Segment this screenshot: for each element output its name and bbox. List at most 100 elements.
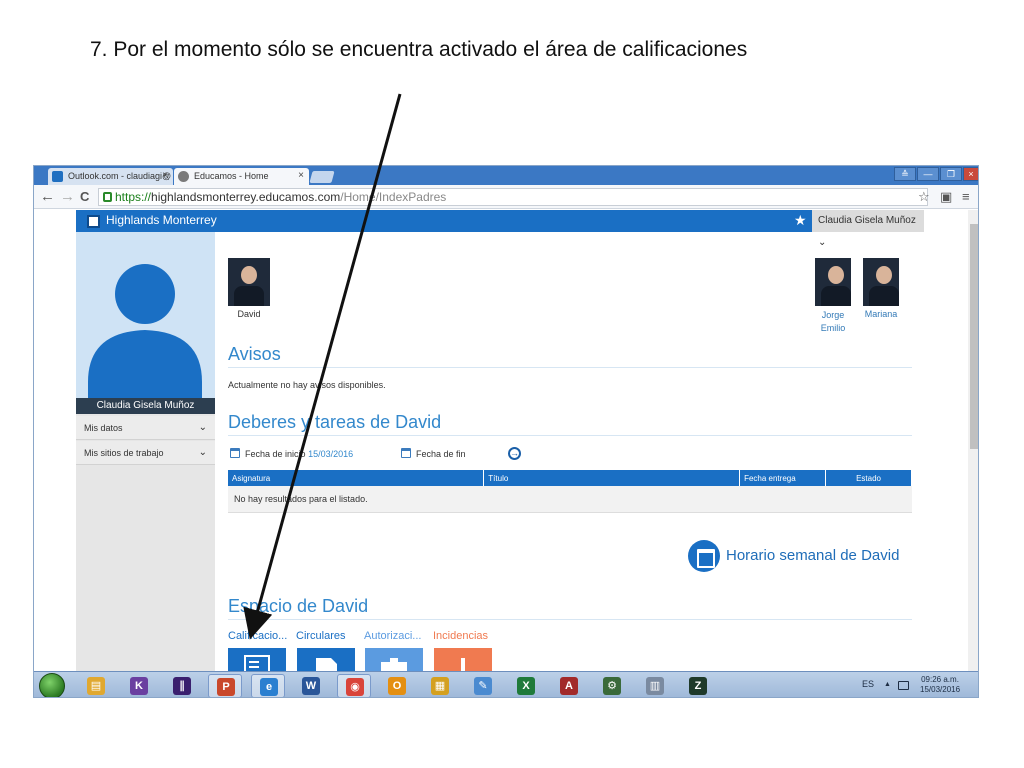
url-path: /Home/IndexPadres — [340, 190, 447, 204]
empty-message: No hay resultados para el listado. — [228, 486, 912, 513]
tab-label: Outlook.com - claudiagi@ — [68, 171, 172, 181]
sidebar-item-mis-datos[interactable]: Mis datos ⌄ — [76, 416, 215, 440]
app-tools-icon: ⚙ — [603, 677, 621, 695]
outlook-icon — [52, 171, 63, 182]
extension-icon[interactable]: ▣ — [940, 189, 952, 205]
menu-icon[interactable]: ≡ — [962, 189, 970, 204]
app-grid-icon: ▦ — [431, 677, 449, 695]
app-kc-icon: K — [130, 677, 148, 695]
excel-icon: X — [517, 677, 535, 695]
star-icon[interactable]: ★ — [794, 212, 807, 229]
avatar — [88, 264, 202, 398]
taskbar-app-internet-explorer[interactable]: e — [251, 674, 285, 697]
user-menu[interactable]: Claudia Gisela Muñoz ⌄ — [812, 210, 924, 248]
homework-table: Asignatura Título Fecha entrega Estado N… — [228, 470, 912, 513]
sidebar-item-label: Mis datos — [84, 423, 123, 433]
taskbar-app-calculator[interactable]: ▥ — [638, 674, 672, 697]
network-icon[interactable] — [898, 681, 909, 690]
calculator-icon: ▥ — [646, 677, 664, 695]
column-header[interactable]: Título — [483, 470, 741, 486]
child-photo — [228, 258, 270, 306]
calendar-icon — [230, 448, 240, 458]
end-date-label: Fecha de fin — [416, 449, 466, 459]
taskbar-app-app-onenote-style[interactable]: ∥ — [165, 674, 199, 697]
sidebar-item-mis-sitios[interactable]: Mis sitios de trabajo ⌄ — [76, 441, 215, 465]
tile-label-incidencias[interactable]: Incidencias — [433, 630, 488, 642]
end-date-field[interactable]: Fecha de fin — [416, 449, 466, 459]
language-indicator[interactable]: ES — [862, 679, 874, 689]
slide-title: 7. Por el momento sólo se encuentra acti… — [90, 38, 748, 61]
url-host: highlandsmonterrey.educamos.com — [151, 190, 341, 204]
tile-label-autorizaciones[interactable]: Autorizaci... — [364, 630, 421, 642]
sidebar-item-label: Mis sitios de trabajo — [84, 448, 164, 458]
taskbar-app-app-grid[interactable]: ▦ — [423, 674, 457, 697]
tab-educamos[interactable]: Educamos - Home × — [174, 168, 309, 185]
main-content: David Jorge Emilio Mariana Avisos Actual… — [216, 232, 926, 675]
deberes-title: Deberes y tareas de David — [228, 412, 912, 436]
tile-label-calificaciones[interactable]: Calificacio... — [228, 630, 287, 642]
profile-name: Claudia Gisela Muñoz — [76, 398, 215, 414]
bookmark-star-icon[interactable]: ☆ — [918, 189, 930, 205]
column-header[interactable]: Fecha entrega — [739, 470, 827, 486]
table-row: No hay resultados para el listado. — [228, 486, 912, 513]
minimize-button[interactable]: — — [917, 167, 939, 181]
taskbar-app-excel[interactable]: X — [509, 674, 543, 697]
powerpoint-icon: P — [217, 678, 235, 696]
close-window-button[interactable]: × — [963, 167, 978, 181]
close-icon[interactable]: × — [298, 168, 304, 184]
address-bar: ← → C https://highlandsmonterrey.educamo… — [34, 185, 978, 209]
taskbar-app-file-explorer[interactable]: ▤ — [79, 674, 113, 697]
taskbar-app-app-kc[interactable]: K — [122, 674, 156, 697]
slide: 7. Por el momento sólo se encuentra acti… — [0, 0, 1024, 768]
chevron-down-icon: ⌄ — [198, 422, 207, 433]
scrollbar-thumb[interactable] — [970, 224, 978, 449]
chevron-down-icon: ⌄ — [198, 447, 207, 458]
maximize-button[interactable]: ❐ — [940, 167, 962, 181]
paint-icon: ✎ — [474, 677, 492, 695]
forward-icon[interactable]: → — [60, 188, 75, 205]
taskbar-app-word[interactable]: W — [294, 674, 328, 697]
close-icon[interactable]: × — [162, 168, 168, 184]
tab-label: Educamos - Home — [194, 171, 269, 181]
taskbar-app-outlook[interactable]: O — [380, 674, 414, 697]
chevron-up-icon[interactable]: ▲ — [884, 681, 891, 688]
child-jorge-emilio[interactable]: Jorge Emilio — [810, 258, 856, 335]
calendar-icon — [401, 448, 411, 458]
child-david[interactable]: David — [228, 258, 270, 319]
tile-label-circulares[interactable]: Circulares — [296, 630, 346, 642]
taskbar-app-powerpoint[interactable]: P — [208, 674, 242, 697]
reload-icon[interactable]: C — [80, 188, 89, 205]
child-name: David — [237, 309, 261, 319]
new-tab-button[interactable] — [309, 171, 335, 183]
outlook-icon: O — [388, 677, 406, 695]
clock[interactable]: 09:26 a.m. 15/03/2016 — [920, 675, 960, 695]
internet-explorer-icon: e — [260, 678, 278, 696]
column-header[interactable]: Estado — [825, 470, 912, 486]
url-field[interactable]: https://highlandsmonterrey.educamos.com/… — [98, 188, 928, 206]
espacio-title: Espacio de David — [228, 596, 912, 620]
start-date-field[interactable]: Fecha de inicio 15/03/2016 — [245, 449, 353, 459]
child-mariana[interactable]: Mariana — [858, 258, 904, 319]
taskbar-app-access[interactable]: A — [552, 674, 586, 697]
restore-icon[interactable]: ≙ — [894, 167, 916, 181]
child-name: Jorge Emilio — [820, 310, 846, 333]
start-button[interactable] — [39, 673, 65, 697]
column-header[interactable]: Asignatura — [228, 470, 485, 486]
taskbar-app-app-tools[interactable]: ⚙ — [595, 674, 629, 697]
calendar-icon — [688, 540, 720, 572]
tab-outlook[interactable]: Outlook.com - claudiagi@ × — [48, 168, 173, 185]
taskbar-app-app-z[interactable]: Z — [681, 674, 715, 697]
avisos-title: Avisos — [228, 344, 912, 368]
access-icon: A — [560, 677, 578, 695]
horario-label: Horario semanal de David — [726, 547, 900, 564]
avisos-message: Actualmente no hay avisos disponibles. — [228, 380, 386, 390]
clock-date: 15/03/2016 — [920, 685, 961, 694]
site-name[interactable]: Highlands Monterrey — [106, 213, 217, 227]
taskbar-app-chrome[interactable]: ◉ — [337, 674, 371, 697]
arrow-right-icon[interactable]: → — [508, 447, 521, 460]
start-date-label: Fecha de inicio — [245, 449, 306, 459]
browser-window: Outlook.com - claudiagi@ × Educamos - Ho… — [33, 165, 979, 698]
taskbar-app-paint[interactable]: ✎ — [466, 674, 500, 697]
back-icon[interactable]: ← — [40, 188, 55, 205]
file-explorer-icon: ▤ — [87, 677, 105, 695]
